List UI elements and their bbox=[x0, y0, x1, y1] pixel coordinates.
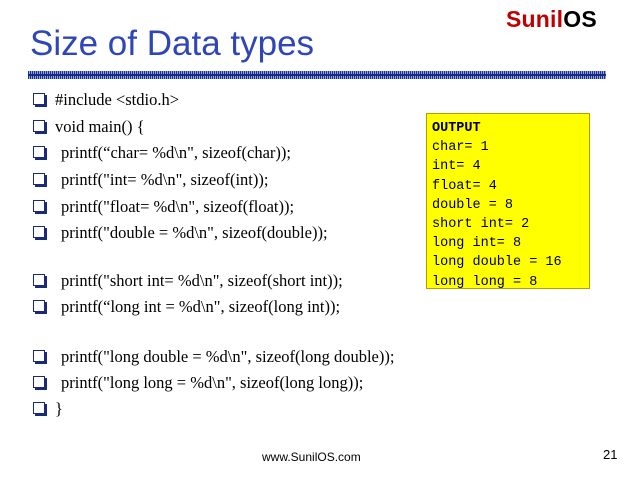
slide-title: Size of Data types bbox=[30, 24, 315, 63]
output-line: long long = 8 bbox=[432, 274, 538, 290]
brand-logo: SunilOS bbox=[506, 6, 597, 33]
square-bullet-icon bbox=[33, 402, 45, 414]
code-line-text: printf("float= %d\n", sizeof(float)); bbox=[61, 197, 295, 216]
code-line-text: printf(“long int = %d\n", sizeof(long in… bbox=[61, 297, 341, 316]
code-line-text: printf("double = %d\n", sizeof(double)); bbox=[61, 223, 328, 242]
square-bullet-icon bbox=[33, 350, 45, 362]
square-bullet-icon bbox=[33, 274, 45, 286]
brand-logo-part1: Sunil bbox=[506, 6, 564, 32]
code-line-text: } bbox=[55, 399, 63, 418]
brand-logo-part2: OS bbox=[563, 6, 597, 32]
output-box: OUTPUT char= 1 int= 4 float= 4 double = … bbox=[426, 113, 590, 290]
footer-url[interactable]: www.SunilOS.com bbox=[262, 450, 361, 464]
code-line-text: printf("int= %d\n", sizeof(int)); bbox=[61, 170, 269, 189]
title-divider bbox=[28, 71, 606, 79]
code-line-text: printf(“char= %d\n", sizeof(char)); bbox=[61, 143, 291, 162]
square-bullet-icon bbox=[33, 226, 45, 238]
output-line: int= 4 bbox=[432, 159, 481, 175]
code-line-text: printf("long double = %d\n", sizeof(long… bbox=[61, 347, 395, 366]
code-line-text: void main() { bbox=[55, 117, 145, 136]
square-bullet-icon bbox=[33, 376, 45, 388]
square-bullet-icon bbox=[33, 93, 45, 105]
code-line-text: #include <stdio.h> bbox=[55, 90, 180, 109]
output-heading: OUTPUT bbox=[432, 121, 481, 136]
output-line: short int= 2 bbox=[432, 216, 530, 232]
square-bullet-icon bbox=[33, 200, 45, 212]
square-bullet-icon bbox=[33, 120, 45, 132]
output-line: long double = 16 bbox=[432, 255, 562, 271]
code-line-text: printf("long long = %d\n", sizeof(long l… bbox=[61, 373, 364, 392]
output-line: char= 1 bbox=[432, 140, 489, 156]
code-line-text: printf("short int= %d\n", sizeof(short i… bbox=[61, 271, 343, 290]
output-line: float= 4 bbox=[432, 178, 497, 194]
output-line: long int= 8 bbox=[432, 236, 522, 252]
square-bullet-icon bbox=[33, 300, 45, 312]
square-bullet-icon bbox=[33, 173, 45, 185]
page-number: 21 bbox=[603, 447, 618, 462]
square-bullet-icon bbox=[33, 146, 45, 158]
output-line: double = 8 bbox=[432, 197, 514, 213]
